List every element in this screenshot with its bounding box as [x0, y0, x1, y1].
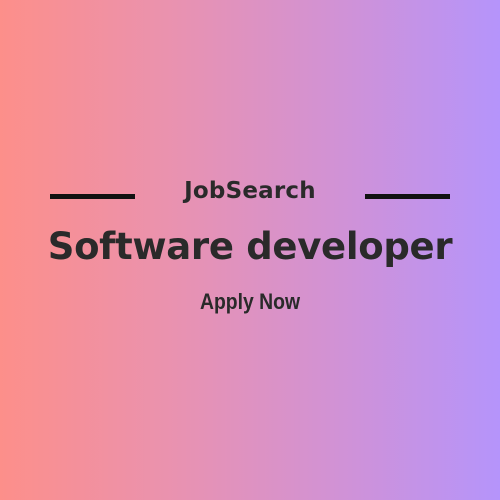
apply-now-text[interactable]: Apply Now [30, 289, 470, 315]
brand-name: JobSearch [184, 178, 316, 204]
job-title: Software developer [47, 225, 453, 268]
